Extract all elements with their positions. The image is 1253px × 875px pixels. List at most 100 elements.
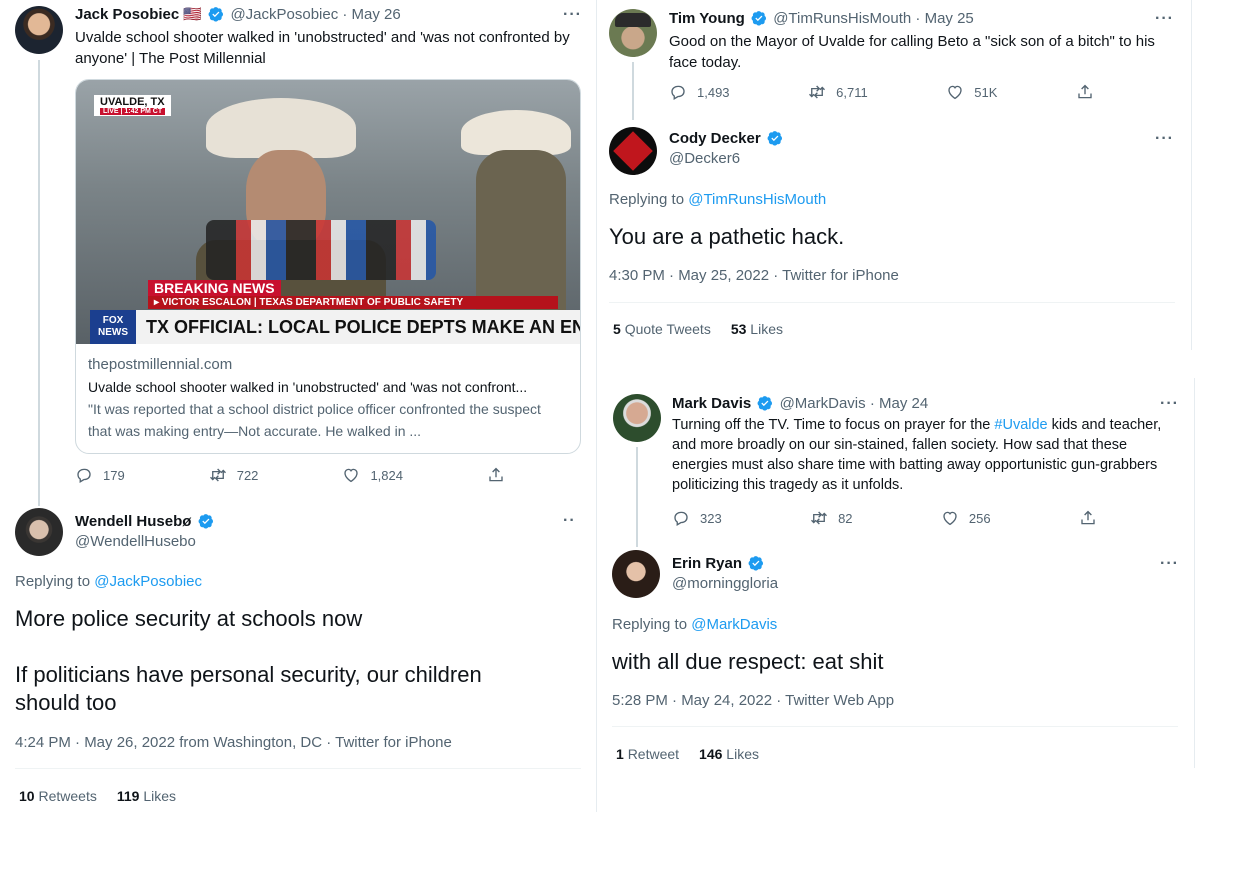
tweet-date[interactable]: · May 26 — [342, 6, 400, 23]
reply-button[interactable]: 179 — [75, 466, 125, 484]
share-icon — [1079, 509, 1097, 527]
tweet-meta[interactable]: 4:30 PM · May 25, 2022 · Twitter for iPh… — [609, 267, 899, 284]
replying-to-link[interactable]: @MarkDavis — [691, 616, 777, 633]
tweet-actions: 179 722 1,824 — [75, 466, 505, 484]
tweet-header: Cody Decker — [669, 129, 785, 149]
author-handle[interactable]: @WendellHusebo — [75, 532, 196, 552]
retweet-icon — [810, 509, 828, 527]
like-icon — [941, 509, 959, 527]
replying-to-link[interactable]: @TimRunsHisMouth — [688, 191, 826, 208]
replying-to-link[interactable]: @JackPosobiec — [94, 573, 202, 590]
author-handle[interactable]: @JackPosobiec — [230, 6, 338, 23]
hat-right — [461, 110, 571, 155]
tweet-text-part: Turning off the TV. Time to focus on pra… — [672, 417, 995, 433]
like-button[interactable]: 256 — [941, 509, 991, 527]
like-count: 256 — [968, 510, 991, 526]
reply-button[interactable]: 323 — [672, 509, 722, 527]
share-button[interactable] — [1079, 509, 1097, 527]
tweet-date[interactable]: · May 24 — [870, 395, 928, 412]
retweet-count: 82 — [838, 510, 853, 526]
like-icon — [946, 83, 964, 101]
likes-stat[interactable]: 146 Likes — [699, 746, 759, 762]
avatar-tim-young[interactable] — [609, 9, 657, 57]
card-description: "It was reported that a school district … — [88, 401, 541, 439]
author-handle[interactable]: @Decker6 — [669, 149, 740, 169]
retweets-stat[interactable]: 1 Retweet — [616, 746, 679, 762]
author-name[interactable]: Jack Posobiec — [75, 6, 179, 23]
more-options-icon[interactable]: ·· — [563, 512, 576, 530]
quote-tweets-stat[interactable]: 5 Quote Tweets — [613, 321, 711, 337]
like-button[interactable]: 51K — [946, 83, 997, 101]
retweet-button[interactable]: 722 — [209, 466, 258, 484]
reply-text-line2: If politicians have personal security, o… — [15, 662, 482, 715]
retweet-button[interactable]: 82 — [810, 509, 853, 527]
divider — [612, 726, 1178, 727]
share-button[interactable] — [1076, 83, 1094, 101]
retweet-icon — [209, 466, 227, 484]
more-options-icon[interactable]: ··· — [1160, 555, 1179, 573]
likes-stat[interactable]: 53 Likes — [731, 321, 783, 337]
verified-badge-icon — [748, 555, 764, 571]
author-name[interactable]: Tim Young — [669, 10, 745, 27]
author-handle[interactable]: @TimRunsHisMouth — [773, 10, 911, 27]
card-title: Uvalde school shooter walked in 'unobstr… — [88, 379, 528, 395]
right-top-thread-panel: Tim Young @TimRunsHisMouth · May 25 ··· … — [597, 0, 1191, 350]
reply-icon — [669, 83, 687, 101]
microphones — [206, 220, 436, 280]
reply-text: You are a pathetic hack. — [609, 224, 845, 249]
panel-edge — [1194, 378, 1195, 768]
like-icon — [342, 466, 360, 484]
avatar-emblem — [613, 131, 653, 171]
more-options-icon[interactable]: ··· — [563, 6, 582, 24]
reply-icon — [672, 509, 690, 527]
thread-line — [636, 447, 638, 547]
engagement-stats: 1 Retweet 146 Likes — [616, 746, 759, 762]
likes-stat[interactable]: 119 Likes — [117, 788, 176, 804]
replying-to: Replying to @TimRunsHisMouth — [609, 191, 826, 208]
tweet-actions: 323 82 256 — [672, 509, 1097, 527]
replying-prefix: Replying to — [15, 573, 95, 590]
replying-to: Replying to @JackPosobiec — [15, 573, 202, 590]
more-options-icon[interactable]: ··· — [1155, 130, 1174, 148]
author-handle[interactable]: @MarkDavis — [780, 395, 866, 412]
avatar-jack-posobiec[interactable] — [15, 6, 63, 54]
avatar-mark-davis[interactable] — [613, 394, 661, 442]
reply-text: with all due respect: eat shit — [612, 649, 884, 674]
like-count: 51K — [974, 84, 998, 100]
tweet-text: Turning off the TV. Time to focus on pra… — [672, 415, 1172, 495]
card-image: UVALDE, TX LIVE | 1:42 PM CT BREAKING NE… — [76, 80, 580, 344]
retweets-stat[interactable]: 10 Retweets — [19, 788, 97, 804]
like-count: 1,824 — [370, 467, 403, 483]
replying-prefix: Replying to — [609, 191, 689, 208]
author-name[interactable]: Mark Davis — [672, 395, 751, 412]
avatar-cody-decker[interactable] — [609, 127, 657, 175]
tweet-meta[interactable]: 5:28 PM · May 24, 2022 · Twitter Web App — [612, 692, 894, 709]
link-card[interactable]: UVALDE, TX LIVE | 1:42 PM CT BREAKING NE… — [75, 79, 581, 454]
tweet-header: Jack Posobiec 🇺🇸 @JackPosobiec · May 26 — [75, 5, 401, 25]
avatar-wendell-husebo[interactable] — [15, 508, 63, 556]
right-bottom-thread-panel: Mark Davis @MarkDavis · May 24 ··· Turni… — [600, 380, 1194, 770]
author-name[interactable]: Erin Ryan — [672, 555, 742, 572]
reply-icon — [75, 466, 93, 484]
location-bug: UVALDE, TX LIVE | 1:42 PM CT — [94, 95, 172, 116]
tweet-text: Good on the Mayor of Uvalde for calling … — [669, 33, 1155, 71]
more-options-icon[interactable]: ··· — [1155, 10, 1174, 28]
author-name[interactable]: Cody Decker — [669, 130, 761, 147]
avatar-erin-ryan[interactable] — [612, 550, 660, 598]
author-name[interactable]: Wendell Husebø — [75, 513, 191, 530]
retweet-button[interactable]: 6,711 — [808, 83, 868, 101]
hashtag-link[interactable]: #Uvalde — [994, 417, 1047, 433]
tweet-date[interactable]: · May 25 — [915, 10, 973, 27]
tweet-meta[interactable]: 4:24 PM · May 26, 2022 from Washington, … — [15, 734, 452, 751]
like-button[interactable]: 1,824 — [342, 466, 403, 484]
live-text: LIVE | 1:42 PM CT — [100, 108, 166, 115]
share-button[interactable] — [487, 466, 505, 484]
reply-button[interactable]: 1,493 — [669, 83, 730, 101]
engagement-stats: 5 Quote Tweets 53 Likes — [613, 321, 783, 337]
nameplate-bar: ▸ VICTOR ESCALON | TEXAS DEPARTMENT OF P… — [148, 296, 558, 309]
cap — [615, 13, 651, 27]
fox-news-logo: FOX NEWS — [90, 310, 136, 344]
author-handle[interactable]: @morninggloria — [672, 574, 778, 594]
breaking-news-bar: BREAKING NEWS — [148, 280, 281, 296]
more-options-icon[interactable]: ··· — [1160, 395, 1179, 413]
